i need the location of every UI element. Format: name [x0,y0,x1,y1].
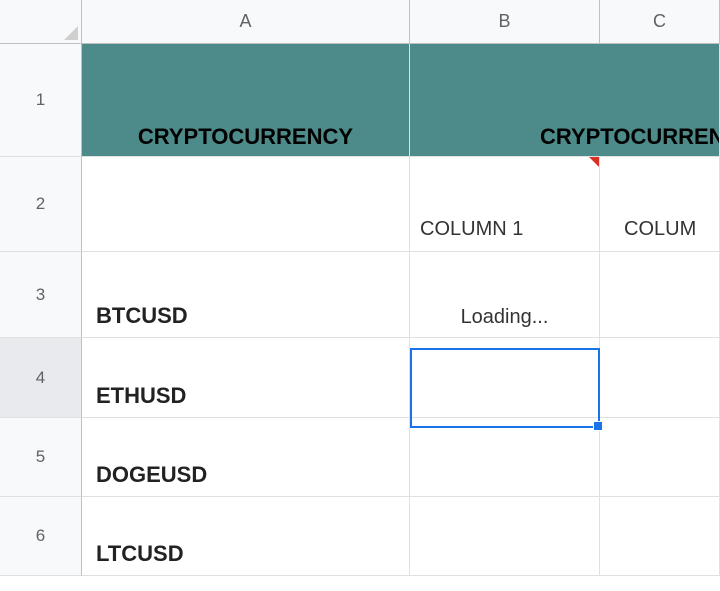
col-header-b[interactable]: B [410,0,600,44]
cell-b2[interactable]: COLUMN 1 [410,157,600,252]
cell-b4[interactable] [410,338,600,418]
cell-c6[interactable] [600,497,720,576]
select-all-corner[interactable] [0,0,82,44]
cell-b1[interactable]: CRYPTOCURREN [410,44,720,157]
cell-a1[interactable]: CRYPTOCURRENCY [82,44,410,157]
cell-a2[interactable] [82,157,410,252]
row-header-1[interactable]: 1 [0,44,82,157]
col-header-c[interactable]: C [600,0,720,44]
cell-a3[interactable]: BTCUSD [82,252,410,338]
cell-c5[interactable] [600,418,720,497]
cell-a5[interactable]: DOGEUSD [82,418,410,497]
cell-b6[interactable] [410,497,600,576]
note-indicator-icon [589,157,599,167]
row-header-3[interactable]: 3 [0,252,82,338]
cell-b2-text: COLUMN 1 [420,218,523,241]
row-header-2[interactable]: 2 [0,157,82,252]
cell-c3[interactable] [600,252,720,338]
cell-b5[interactable] [410,418,600,497]
row-header-4[interactable]: 4 [0,338,82,418]
row-header-6[interactable]: 6 [0,497,82,576]
cell-a6[interactable]: LTCUSD [82,497,410,576]
cell-c4[interactable] [600,338,720,418]
cell-c2[interactable]: COLUM [600,157,720,252]
cell-a4[interactable]: ETHUSD [82,338,410,418]
cell-b3[interactable]: Loading... [410,252,600,338]
spreadsheet-grid: A B C 1 CRYPTOCURRENCY CRYPTOCURREN 2 CO… [0,0,720,576]
col-header-a[interactable]: A [82,0,410,44]
row-header-5[interactable]: 5 [0,418,82,497]
